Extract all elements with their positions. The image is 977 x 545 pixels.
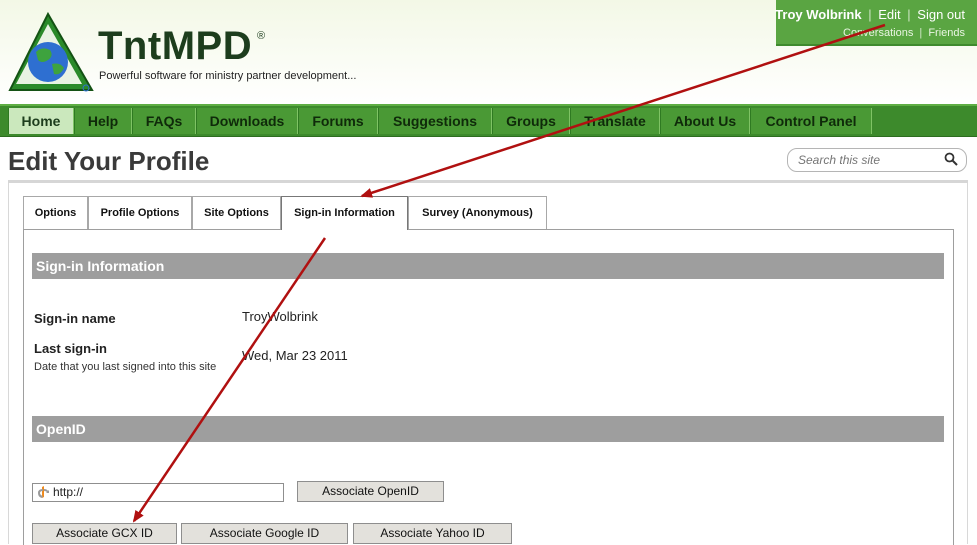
nav-suggestions[interactable]: Suggestions [378,108,492,134]
signin-name-value: TroyWolbrink [242,309,318,324]
user-panel: Troy Wolbrink | Edit | Sign out Conversa… [775,0,977,46]
signin-name-label: Sign-in name [34,311,116,326]
tab-options[interactable]: Options [23,196,88,229]
tab-sign-in-information[interactable]: Sign-in Information [281,196,408,230]
nav-forums[interactable]: Forums [298,108,378,134]
associate-openid-button[interactable]: Associate OpenID [297,481,444,502]
last-signin-description: Date that you last signed into this site [34,361,217,373]
user-name-link[interactable]: Troy Wolbrink [775,7,861,22]
main-navigation: Home Help FAQs Downloads Forums Suggesti… [0,104,977,137]
edit-link[interactable]: Edit [878,7,900,22]
tab-survey-anonymous[interactable]: Survey (Anonymous) [408,196,547,229]
tab-profile-options[interactable]: Profile Options [88,196,192,229]
friends-link[interactable]: Friends [928,27,965,39]
separator: | [868,7,872,22]
nav-home[interactable]: Home [8,108,74,134]
user-sublinks: Conversations | Friends [843,27,965,39]
conversations-link[interactable]: Conversations [843,27,913,39]
nav-groups[interactable]: Groups [492,108,570,134]
openid-icon [38,486,49,498]
signin-section-header: Sign-in Information [32,253,944,279]
openid-section-header: OpenID [32,416,944,442]
nav-about-us[interactable]: About Us [660,108,750,134]
nav-translate[interactable]: Translate [570,108,660,134]
separator: | [907,7,911,22]
search-input[interactable] [796,151,940,169]
brand-tagline: Powerful software for ministry partner d… [99,70,357,82]
openid-input[interactable] [53,485,278,499]
last-signin-value: Wed, Mar 23 2011 [242,348,348,363]
brand-name[interactable]: TntMPD [98,24,252,69]
nav-faqs[interactable]: FAQs [132,108,196,134]
sign-out-link[interactable]: Sign out [917,7,965,22]
associate-yahoo-id-button[interactable]: Associate Yahoo ID [353,523,512,544]
user-links: Troy Wolbrink | Edit | Sign out [775,7,965,22]
search-icon[interactable] [944,152,958,166]
separator: | [919,27,923,39]
last-signin-label: Last sign-in [34,341,107,356]
tab-site-options[interactable]: Site Options [192,196,281,229]
page-title: Edit Your Profile [8,146,210,176]
tntmpd-logo-icon[interactable] [8,12,94,94]
nav-help[interactable]: Help [74,108,132,134]
nav-control-panel[interactable]: Control Panel [750,108,872,134]
openid-url-field [32,483,284,502]
site-search [787,148,967,172]
nav-downloads[interactable]: Downloads [196,108,298,134]
associate-google-id-button[interactable]: Associate Google ID [181,523,348,544]
associate-gcx-id-button[interactable]: Associate GCX ID [32,523,177,544]
brand-registered-mark: ® [257,30,266,42]
